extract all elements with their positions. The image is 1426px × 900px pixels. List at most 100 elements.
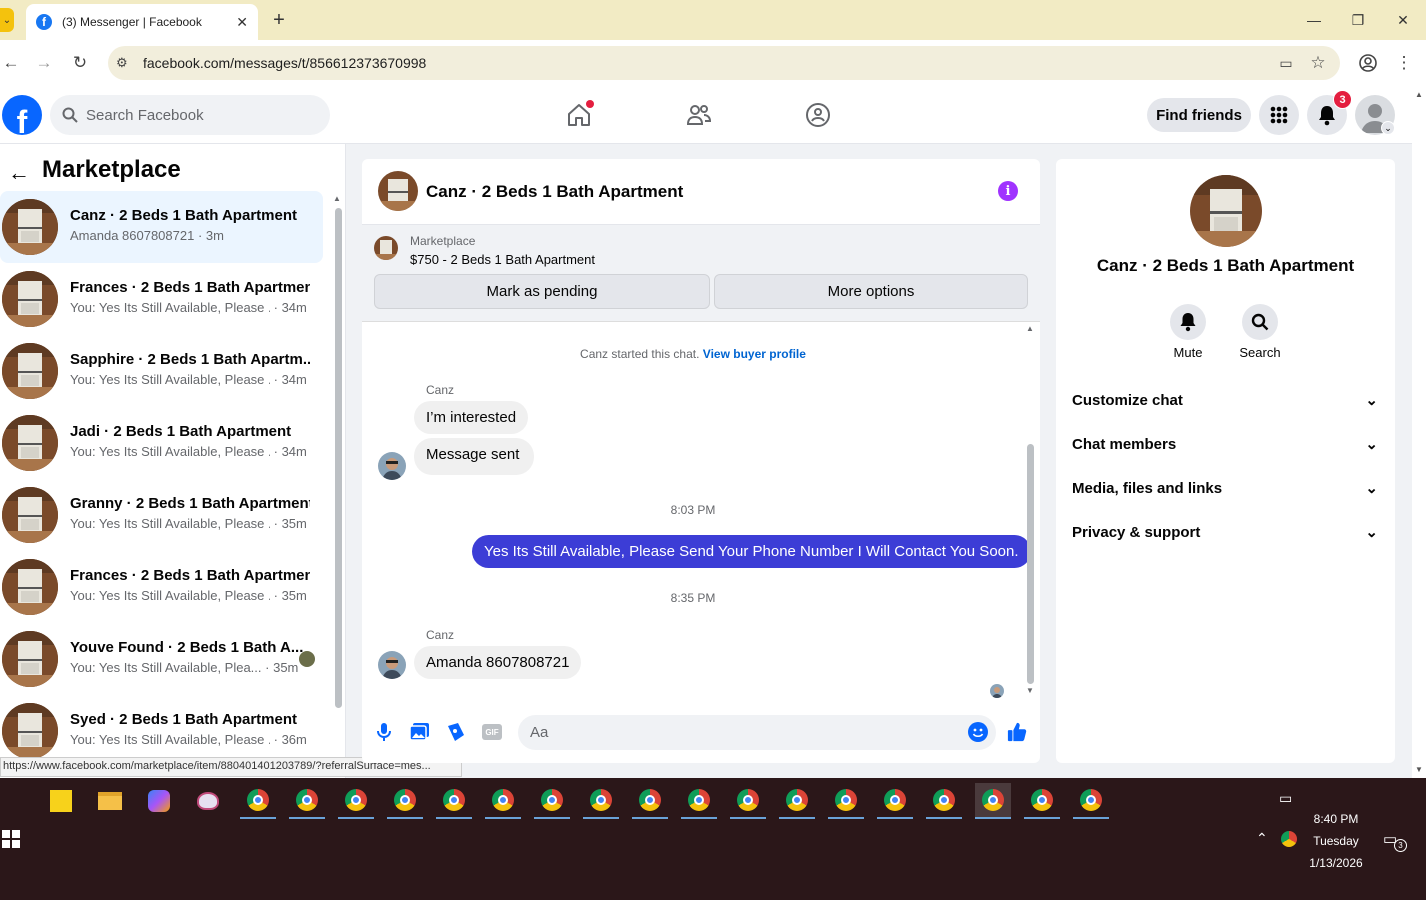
taskbar-chrome-window[interactable] xyxy=(289,783,325,819)
incoming-message[interactable]: Message sent xyxy=(414,438,535,475)
facebook-search-input[interactable] xyxy=(86,106,306,124)
facebook-logo[interactable]: f xyxy=(2,95,42,135)
mark-as-pending-button[interactable]: Mark as pending xyxy=(374,274,710,309)
sidebar-scrollbar[interactable] xyxy=(335,208,342,708)
tab-search-button[interactable]: ⌄ xyxy=(0,8,14,32)
taskbar-chrome-window[interactable] xyxy=(828,783,864,819)
taskbar-chrome-window[interactable] xyxy=(583,783,619,819)
friends-icon[interactable] xyxy=(682,98,716,132)
address-bar[interactable]: ⚙ facebook.com/messages/t/85661237367099… xyxy=(108,46,1340,80)
more-options-button[interactable]: More options xyxy=(714,274,1028,309)
reload-icon[interactable]: ↻ xyxy=(69,52,91,74)
conversation-item[interactable]: Frances · 2 Beds 1 Bath Apartment You: Ye… xyxy=(0,551,323,623)
media-files-links-row[interactable]: Media, files and links ⌄ xyxy=(1064,468,1386,508)
close-tab-icon[interactable]: ✕ xyxy=(236,14,248,31)
outgoing-message[interactable]: Yes Its Still Available, Please Send You… xyxy=(472,535,1031,568)
taskbar-chrome-window[interactable] xyxy=(1024,783,1060,819)
forward-icon[interactable]: → xyxy=(33,52,55,74)
conversation-name: Granny · 2 Beds 1 Bath Apartment xyxy=(70,495,310,512)
emoji-icon[interactable] xyxy=(968,722,988,742)
chat-members-row[interactable]: Chat members ⌄ xyxy=(1064,424,1386,464)
conversation-item[interactable]: Youve Found · 2 Beds 1 Bath A... You: Yes… xyxy=(0,623,323,695)
incoming-message[interactable]: I’m interested xyxy=(414,401,529,434)
taskbar-chrome-window[interactable] xyxy=(975,783,1011,819)
scroll-up-arrow[interactable]: ▲ xyxy=(333,194,341,203)
privacy-support-row[interactable]: Privacy & support ⌄ xyxy=(1064,512,1386,552)
site-info-icon[interactable]: ⚙ xyxy=(116,55,128,71)
tray-chrome-icon[interactable] xyxy=(1281,831,1297,847)
windows-start-icon[interactable] xyxy=(2,830,20,848)
minimize-button[interactable]: — xyxy=(1302,8,1326,32)
sender-name: Canz xyxy=(426,628,455,642)
profile-icon[interactable] xyxy=(1357,52,1379,74)
sticker-icon[interactable] xyxy=(446,722,466,742)
info-icon[interactable]: i xyxy=(998,181,1018,201)
back-icon[interactable]: ← xyxy=(0,52,22,74)
taskbar-chrome-window[interactable] xyxy=(387,783,423,819)
listing-thumbnail[interactable] xyxy=(374,236,398,260)
sticky-notes-icon[interactable] xyxy=(43,783,79,819)
conversation-name: Syed · 2 Beds 1 Bath Apartment xyxy=(70,711,297,728)
groups-icon[interactable] xyxy=(801,98,835,132)
taskbar-chrome-window[interactable] xyxy=(681,783,717,819)
taskbar-chrome-window[interactable] xyxy=(926,783,962,819)
incoming-message[interactable]: Amanda 8607808721 xyxy=(414,646,582,679)
home-icon[interactable] xyxy=(562,98,596,132)
sender-avatar[interactable] xyxy=(378,452,406,480)
conversation-time: 35m xyxy=(281,516,307,531)
chat-scrollbar[interactable] xyxy=(1027,444,1034,684)
listing-price-title[interactable]: $750 - 2 Beds 1 Bath Apartment xyxy=(410,252,595,267)
conversation-item[interactable]: Canz · 2 Beds 1 Bath Apartment Amanda 860… xyxy=(0,191,323,263)
taskbar-chrome-window[interactable] xyxy=(436,783,472,819)
taskbar-chrome-window[interactable] xyxy=(240,783,276,819)
conversation-item[interactable]: Frances · 2 Beds 1 Bath Apartment You: Ye… xyxy=(0,263,323,335)
chat-title[interactable]: Canz · 2 Beds 1 Bath Apartment xyxy=(426,182,683,202)
paint-icon[interactable] xyxy=(190,783,226,819)
copilot-icon[interactable] xyxy=(141,783,177,819)
bookmark-star-icon[interactable]: ☆ xyxy=(1307,52,1329,74)
chat-scroll-up-arrow[interactable]: ▲ xyxy=(1026,324,1034,333)
like-thumbs-up-icon[interactable] xyxy=(1007,722,1027,742)
tray-chevron-icon[interactable]: ⌃ xyxy=(1256,830,1268,847)
taskbar-chrome-window[interactable] xyxy=(1073,783,1109,819)
customize-chat-row[interactable]: Customize chat ⌄ xyxy=(1064,380,1386,420)
message-composer[interactable] xyxy=(518,715,996,750)
taskbar-chrome-window[interactable] xyxy=(730,783,766,819)
microphone-icon[interactable] xyxy=(374,722,394,742)
back-arrow-icon[interactable]: ← xyxy=(8,160,30,186)
account-chevron-icon[interactable]: ⌄ xyxy=(1381,121,1395,135)
browser-tab[interactable]: f (3) Messenger | Facebook ✕ xyxy=(26,4,258,40)
mute-bell-icon[interactable] xyxy=(1170,304,1206,340)
search-in-chat-icon[interactable] xyxy=(1242,304,1278,340)
notification-center-icon[interactable]: ▭ 3 xyxy=(1383,830,1407,852)
chat-avatar[interactable] xyxy=(378,171,418,211)
desktop-icon[interactable]: ▭ xyxy=(1279,790,1292,807)
view-buyer-profile-link[interactable]: View buyer profile xyxy=(703,347,806,361)
taskbar-chrome-window[interactable] xyxy=(338,783,374,819)
conversation-item[interactable]: Jadi · 2 Beds 1 Bath Apartment You: Yes I… xyxy=(0,407,323,479)
browser-menu-icon[interactable]: ⋮ xyxy=(1393,52,1415,74)
taskbar-chrome-window[interactable] xyxy=(779,783,815,819)
conversation-item[interactable]: Sapphire · 2 Beds 1 Bath Apartm... You: Y… xyxy=(0,335,323,407)
taskbar-chrome-window[interactable] xyxy=(534,783,570,819)
new-tab-button[interactable]: + xyxy=(268,8,290,32)
taskbar-chrome-window[interactable] xyxy=(485,783,521,819)
conversation-item[interactable]: Granny · 2 Beds 1 Bath Apartment You: Yes… xyxy=(0,479,323,551)
find-friends-button[interactable]: Find friends xyxy=(1147,98,1251,132)
gif-icon[interactable]: GIF xyxy=(482,722,502,742)
close-window-button[interactable]: ✕ xyxy=(1391,8,1415,32)
taskbar-chrome-window[interactable] xyxy=(632,783,668,819)
taskbar-clock[interactable]: 8:40 PM Tuesday 1/13/2026 xyxy=(1300,808,1372,874)
photo-icon[interactable] xyxy=(410,722,430,742)
file-explorer-icon[interactable] xyxy=(92,783,128,819)
restore-button[interactable]: ❐ xyxy=(1346,8,1370,32)
message-input[interactable] xyxy=(530,724,930,741)
facebook-search[interactable] xyxy=(50,95,330,135)
details-avatar[interactable] xyxy=(1190,175,1262,247)
taskbar-chrome-window[interactable] xyxy=(877,783,913,819)
page-scrollbar[interactable]: ▲ ▼ xyxy=(1412,86,1426,778)
sender-avatar[interactable] xyxy=(378,651,406,679)
install-app-icon[interactable]: ▭ xyxy=(1275,52,1297,74)
chat-scroll-down-arrow[interactable]: ▼ xyxy=(1026,686,1034,695)
menu-grid-icon[interactable] xyxy=(1259,95,1299,135)
